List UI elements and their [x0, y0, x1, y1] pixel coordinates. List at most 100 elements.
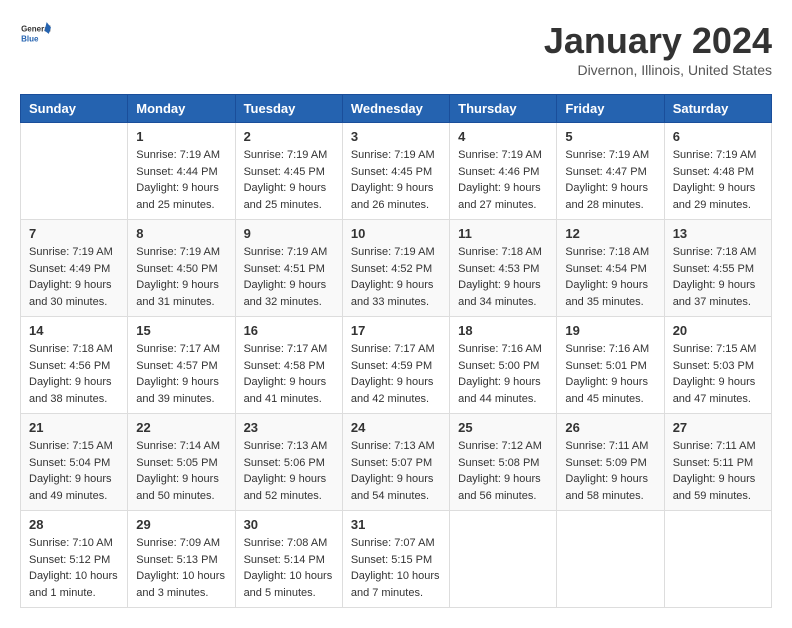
day-info: Sunrise: 7:11 AM Sunset: 5:11 PM Dayligh…: [673, 438, 763, 504]
week-row-5: 28Sunrise: 7:10 AM Sunset: 5:12 PM Dayli…: [21, 511, 772, 608]
day-info: Sunrise: 7:12 AM Sunset: 5:08 PM Dayligh…: [458, 438, 548, 504]
day-info: Sunrise: 7:19 AM Sunset: 4:45 PM Dayligh…: [244, 147, 334, 213]
calendar-cell: 14 Sunrise: 7:18 AM Sunset: 4:56 PM Dayli…: [21, 317, 128, 414]
calendar-cell: 30 Sunrise: 7:08 AM Sunset: 5:14 PM Dayli…: [235, 511, 342, 608]
calendar-cell: 2Sunrise: 7:19 AM Sunset: 4:45 PM Daylig…: [235, 123, 342, 220]
day-number: 5: [565, 129, 655, 144]
day-number: 30: [244, 517, 334, 532]
weekday-header-monday: Monday: [128, 95, 235, 123]
day-info: Sunrise: 7:19 AM Sunset: 4:52 PM Dayligh…: [351, 244, 441, 310]
calendar-cell: [664, 511, 771, 608]
day-info: Sunrise: 7:09 AM Sunset: 5:13 PM Dayligh…: [136, 535, 226, 601]
calendar-cell: 22 Sunrise: 7:14 AM Sunset: 5:05 PM Dayli…: [128, 414, 235, 511]
calendar-cell: 16Sunrise: 7:17 AM Sunset: 4:58 PM Dayli…: [235, 317, 342, 414]
day-number: 13: [673, 226, 763, 241]
weekday-header-row: SundayMondayTuesdayWednesdayThursdayFrid…: [21, 95, 772, 123]
day-number: 14: [29, 323, 119, 338]
week-row-2: 7 Sunrise: 7:19 AM Sunset: 4:49 PM Daylig…: [21, 220, 772, 317]
day-number: 17: [351, 323, 441, 338]
calendar-cell: [450, 511, 557, 608]
day-number: 28: [29, 517, 119, 532]
calendar-cell: 28Sunrise: 7:10 AM Sunset: 5:12 PM Dayli…: [21, 511, 128, 608]
calendar-cell: 17 Sunrise: 7:17 AM Sunset: 4:59 PM Dayli…: [342, 317, 449, 414]
day-number: 3: [351, 129, 441, 144]
day-info: Sunrise: 7:08 AM Sunset: 5:14 PM Dayligh…: [244, 535, 334, 601]
calendar-cell: 9Sunrise: 7:19 AM Sunset: 4:51 PM Daylig…: [235, 220, 342, 317]
calendar-cell: 20Sunrise: 7:15 AM Sunset: 5:03 PM Dayli…: [664, 317, 771, 414]
day-number: 29: [136, 517, 226, 532]
day-info: Sunrise: 7:07 AM Sunset: 5:15 PM Dayligh…: [351, 535, 441, 601]
calendar-cell: 29 Sunrise: 7:09 AM Sunset: 5:13 PM Dayli…: [128, 511, 235, 608]
day-info: Sunrise: 7:13 AM Sunset: 5:06 PM Dayligh…: [244, 438, 334, 504]
page-header: General Blue January 2024 Divernon, Illi…: [20, 20, 772, 78]
calendar-cell: 25 Sunrise: 7:12 AM Sunset: 5:08 PM Dayli…: [450, 414, 557, 511]
calendar-cell: 31 Sunrise: 7:07 AM Sunset: 5:15 PM Dayli…: [342, 511, 449, 608]
calendar-cell: 19Sunrise: 7:16 AM Sunset: 5:01 PM Dayli…: [557, 317, 664, 414]
calendar-cell: 12 Sunrise: 7:18 AM Sunset: 4:54 PM Dayli…: [557, 220, 664, 317]
day-info: Sunrise: 7:19 AM Sunset: 4:50 PM Dayligh…: [136, 244, 226, 310]
week-row-3: 14 Sunrise: 7:18 AM Sunset: 4:56 PM Dayli…: [21, 317, 772, 414]
day-number: 18: [458, 323, 548, 338]
logo: General Blue: [20, 20, 52, 52]
day-info: Sunrise: 7:19 AM Sunset: 4:49 PM Dayligh…: [29, 244, 119, 310]
weekday-header-friday: Friday: [557, 95, 664, 123]
weekday-header-sunday: Sunday: [21, 95, 128, 123]
calendar-cell: 4 Sunrise: 7:19 AM Sunset: 4:46 PM Daylig…: [450, 123, 557, 220]
calendar-cell: 5 Sunrise: 7:19 AM Sunset: 4:47 PM Daylig…: [557, 123, 664, 220]
calendar-cell: 1 Sunrise: 7:19 AM Sunset: 4:44 PM Daylig…: [128, 123, 235, 220]
day-info: Sunrise: 7:18 AM Sunset: 4:54 PM Dayligh…: [565, 244, 655, 310]
day-info: Sunrise: 7:19 AM Sunset: 4:51 PM Dayligh…: [244, 244, 334, 310]
day-info: Sunrise: 7:17 AM Sunset: 4:58 PM Dayligh…: [244, 341, 334, 407]
day-number: 26: [565, 420, 655, 435]
logo-svg: General Blue: [20, 20, 52, 52]
day-number: 31: [351, 517, 441, 532]
day-info: Sunrise: 7:19 AM Sunset: 4:48 PM Dayligh…: [673, 147, 763, 213]
day-info: Sunrise: 7:15 AM Sunset: 5:03 PM Dayligh…: [673, 341, 763, 407]
day-info: Sunrise: 7:19 AM Sunset: 4:45 PM Dayligh…: [351, 147, 441, 213]
day-info: Sunrise: 7:19 AM Sunset: 4:46 PM Dayligh…: [458, 147, 548, 213]
day-info: Sunrise: 7:18 AM Sunset: 4:53 PM Dayligh…: [458, 244, 548, 310]
calendar-cell: 6 Sunrise: 7:19 AM Sunset: 4:48 PM Daylig…: [664, 123, 771, 220]
day-number: 8: [136, 226, 226, 241]
calendar-cell: 3 Sunrise: 7:19 AM Sunset: 4:45 PM Daylig…: [342, 123, 449, 220]
day-info: Sunrise: 7:16 AM Sunset: 5:00 PM Dayligh…: [458, 341, 548, 407]
day-number: 27: [673, 420, 763, 435]
calendar-cell: 13Sunrise: 7:18 AM Sunset: 4:55 PM Dayli…: [664, 220, 771, 317]
weekday-header-thursday: Thursday: [450, 95, 557, 123]
calendar-cell: 8 Sunrise: 7:19 AM Sunset: 4:50 PM Daylig…: [128, 220, 235, 317]
svg-text:Blue: Blue: [21, 34, 39, 43]
day-info: Sunrise: 7:14 AM Sunset: 5:05 PM Dayligh…: [136, 438, 226, 504]
calendar-subtitle: Divernon, Illinois, United States: [544, 62, 772, 78]
day-number: 12: [565, 226, 655, 241]
weekday-header-wednesday: Wednesday: [342, 95, 449, 123]
day-info: Sunrise: 7:19 AM Sunset: 4:47 PM Dayligh…: [565, 147, 655, 213]
day-number: 25: [458, 420, 548, 435]
day-info: Sunrise: 7:17 AM Sunset: 4:57 PM Dayligh…: [136, 341, 226, 407]
calendar-cell: 7 Sunrise: 7:19 AM Sunset: 4:49 PM Daylig…: [21, 220, 128, 317]
day-number: 4: [458, 129, 548, 144]
calendar-cell: 24Sunrise: 7:13 AM Sunset: 5:07 PM Dayli…: [342, 414, 449, 511]
day-number: 7: [29, 226, 119, 241]
day-info: Sunrise: 7:19 AM Sunset: 4:44 PM Dayligh…: [136, 147, 226, 213]
day-number: 21: [29, 420, 119, 435]
day-number: 22: [136, 420, 226, 435]
day-number: 19: [565, 323, 655, 338]
calendar-cell: 26 Sunrise: 7:11 AM Sunset: 5:09 PM Dayli…: [557, 414, 664, 511]
calendar-cell: 15Sunrise: 7:17 AM Sunset: 4:57 PM Dayli…: [128, 317, 235, 414]
day-number: 1: [136, 129, 226, 144]
day-info: Sunrise: 7:17 AM Sunset: 4:59 PM Dayligh…: [351, 341, 441, 407]
title-block: January 2024 Divernon, Illinois, United …: [544, 20, 772, 78]
day-number: 24: [351, 420, 441, 435]
day-number: 6: [673, 129, 763, 144]
day-number: 23: [244, 420, 334, 435]
day-info: Sunrise: 7:11 AM Sunset: 5:09 PM Dayligh…: [565, 438, 655, 504]
week-row-1: 1 Sunrise: 7:19 AM Sunset: 4:44 PM Daylig…: [21, 123, 772, 220]
calendar-cell: 11 Sunrise: 7:18 AM Sunset: 4:53 PM Dayli…: [450, 220, 557, 317]
calendar-cell: [557, 511, 664, 608]
day-info: Sunrise: 7:18 AM Sunset: 4:56 PM Dayligh…: [29, 341, 119, 407]
calendar-cell: 27 Sunrise: 7:11 AM Sunset: 5:11 PM Dayli…: [664, 414, 771, 511]
calendar-cell: 21Sunrise: 7:15 AM Sunset: 5:04 PM Dayli…: [21, 414, 128, 511]
day-number: 11: [458, 226, 548, 241]
calendar-cell: 18 Sunrise: 7:16 AM Sunset: 5:00 PM Dayli…: [450, 317, 557, 414]
calendar-table: SundayMondayTuesdayWednesdayThursdayFrid…: [20, 94, 772, 608]
